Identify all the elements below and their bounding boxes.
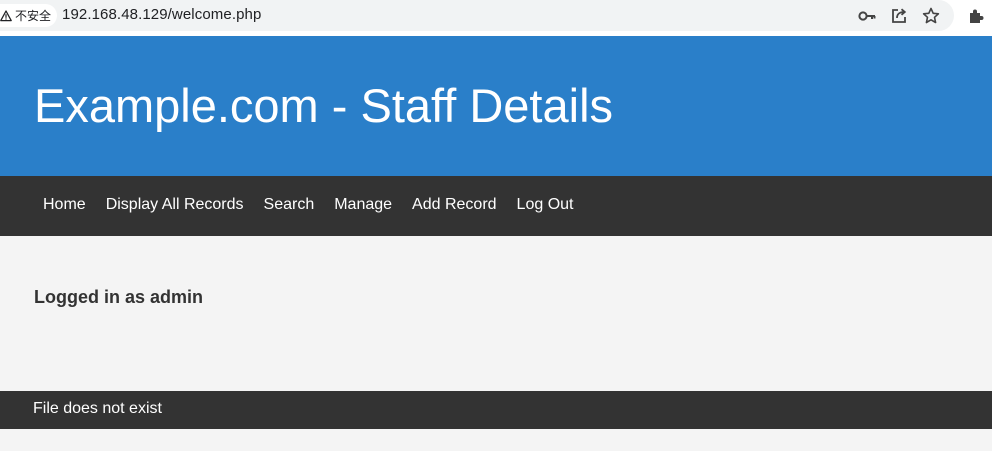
nav-manage-link[interactable]: Manage (324, 176, 402, 236)
star-icon[interactable] (921, 6, 941, 26)
nav-log-out-link[interactable]: Log Out (507, 176, 584, 236)
main-nav: Home Display All Records Search Manage A… (0, 176, 992, 236)
browser-toolbar: 不安全 192.168.48.129/welcome.php (0, 0, 992, 31)
footer-message: File does not exist (33, 400, 162, 417)
warning-icon (0, 9, 12, 22)
nav-home-link[interactable]: Home (33, 176, 96, 236)
page-title: Example.com - Staff Details (34, 79, 614, 132)
site-header: Example.com - Staff Details (0, 36, 992, 176)
site-footer: File does not exist (0, 391, 992, 429)
nav-display-all-records-link[interactable]: Display All Records (96, 176, 254, 236)
address-bar[interactable]: 不安全 192.168.48.129/welcome.php (0, 0, 954, 31)
security-indicator[interactable]: 不安全 (0, 4, 58, 27)
share-icon[interactable] (889, 6, 909, 26)
main-content: Logged in as admin (0, 236, 992, 391)
page-bottom (0, 429, 992, 451)
security-label: 不安全 (15, 9, 52, 23)
url-text[interactable]: 192.168.48.129/welcome.php (62, 5, 261, 25)
key-icon[interactable] (857, 6, 877, 26)
login-status: Logged in as admin (34, 287, 204, 307)
extensions-icon[interactable] (966, 6, 986, 26)
nav-list: Home Display All Records Search Manage A… (33, 176, 583, 236)
nav-search-link[interactable]: Search (254, 176, 325, 236)
nav-add-record-link[interactable]: Add Record (402, 176, 507, 236)
